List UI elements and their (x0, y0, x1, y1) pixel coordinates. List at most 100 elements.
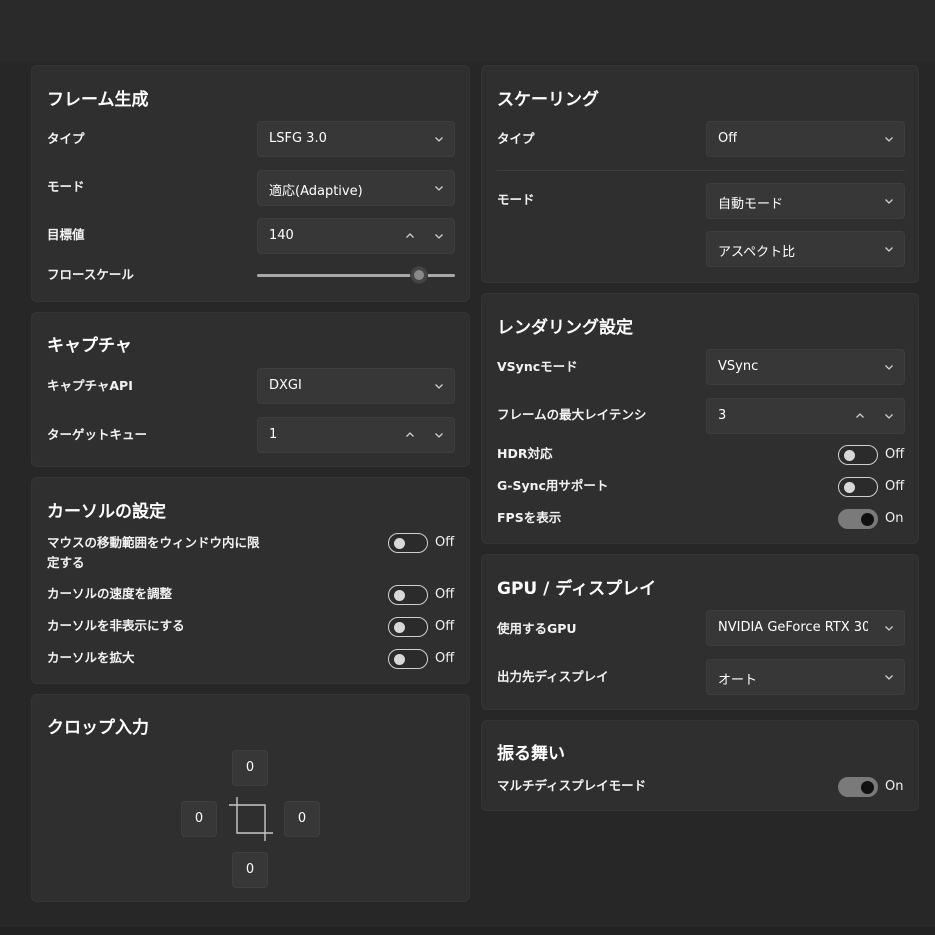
multi-display-toggle[interactable] (838, 777, 878, 797)
hdr-toggle[interactable] (838, 445, 878, 465)
vsync-mode-dropdown[interactable]: VSync (706, 349, 905, 385)
gpu-label: 使用するGPU (497, 621, 577, 636)
toggle-knob (394, 622, 405, 633)
gsync-label: G-Sync用サポート (497, 478, 609, 493)
chevron-down-icon[interactable] (434, 430, 444, 440)
title-bar-area (0, 0, 935, 62)
toggle-knob (861, 513, 874, 526)
vsync-label: VSyncモード (497, 359, 578, 374)
dropdown-value: Off (718, 131, 738, 146)
chevron-down-icon (884, 134, 894, 144)
show-fps-toggle[interactable] (838, 509, 878, 529)
toggle-state: Off (885, 479, 905, 494)
stepper-value: 3 (718, 408, 727, 423)
output-display-dropdown[interactable]: オート (706, 659, 905, 695)
gsync-toggle[interactable] (838, 477, 878, 497)
hide-cursor-label: カーソルを非表示にする (47, 618, 185, 633)
scaling-type-dropdown[interactable]: Off (706, 121, 905, 157)
chevron-up-icon[interactable] (405, 430, 415, 440)
divider (497, 170, 905, 171)
chevron-down-icon (884, 672, 894, 682)
dropdown-value: 適応(Adaptive) (269, 184, 363, 199)
cursor-speed-label: カーソルの速度を調整 (47, 586, 173, 601)
dropdown-value: 自動モード (718, 197, 784, 212)
toggle-state: Off (885, 447, 905, 462)
section-title: クロップ入力 (47, 718, 149, 738)
max-latency-label: フレームの最大レイテンシ (497, 407, 647, 422)
crop-input-card: クロップ入力 0 0 0 0 (31, 694, 470, 902)
frame-generation-card: フレーム生成 タイプ LSFG 3.0 モード 適応(Adaptive) 目標値… (31, 65, 470, 302)
scaling-card: スケーリング タイプ Off モード 自動モード アスペクト比 (481, 65, 919, 283)
cursor-settings-card: カーソルの設定 マウスの移動範囲をウィンドウ内に限 定する Off カーソルの速… (31, 477, 470, 684)
chevron-down-icon (884, 196, 894, 206)
confine-cursor-toggle[interactable] (388, 533, 428, 553)
target-fps-stepper[interactable]: 140 (257, 218, 455, 254)
max-latency-stepper[interactable]: 3 (706, 398, 905, 434)
toggle-state: Off (435, 651, 455, 666)
stepper-value: 140 (269, 228, 294, 243)
toggle-knob (861, 781, 874, 794)
toggle-state: On (885, 511, 904, 526)
target-queue-label: ターゲットキュー (47, 427, 148, 442)
frame-gen-mode-dropdown[interactable]: 適応(Adaptive) (257, 170, 455, 206)
capture-api-dropdown[interactable]: DXGI (257, 368, 455, 404)
toggle-knob (394, 654, 405, 665)
section-title: カーソルの設定 (47, 502, 166, 522)
dropdown-value: DXGI (269, 378, 302, 393)
chevron-down-icon[interactable] (884, 411, 894, 421)
section-title: フレーム生成 (47, 90, 149, 110)
section-title: GPU / ディスプレイ (497, 579, 657, 599)
chevron-down-icon (434, 134, 444, 144)
toggle-knob (394, 538, 405, 549)
mode-label: モード (47, 179, 85, 194)
scaling-mode-dropdown[interactable]: 自動モード (706, 183, 905, 219)
slider-thumb[interactable] (410, 266, 429, 284)
chevron-down-icon (434, 183, 444, 193)
type-label: タイプ (47, 131, 85, 146)
scale-cursor-label: カーソルを拡大 (47, 650, 135, 665)
scaling-mode-label: モード (497, 192, 535, 207)
crop-top-input[interactable]: 0 (232, 750, 268, 786)
hide-cursor-toggle[interactable] (388, 617, 428, 637)
crop-right-input[interactable]: 0 (284, 801, 320, 837)
chevron-down-icon (884, 362, 894, 372)
confine-cursor-label-line2: 定する (47, 555, 85, 570)
crop-left-input[interactable]: 0 (181, 801, 217, 837)
cursor-speed-toggle[interactable] (388, 585, 428, 605)
dropdown-value: VSync (718, 359, 759, 374)
scaling-type-label: タイプ (497, 131, 535, 146)
target-label: 目標値 (47, 227, 85, 242)
crop-bottom-input[interactable]: 0 (232, 852, 268, 888)
show-fps-label: FPSを表示 (497, 510, 562, 525)
multi-display-label: マルチディスプレイモード (497, 778, 647, 793)
scale-cursor-toggle[interactable] (388, 649, 428, 669)
target-queue-stepper[interactable]: 1 (257, 417, 455, 453)
gpu-display-card: GPU / ディスプレイ 使用するGPU NVIDIA GeForce RTX … (481, 554, 919, 710)
crop-icon (229, 797, 273, 841)
chevron-down-icon (434, 381, 444, 391)
chevron-down-icon (884, 623, 894, 633)
chevron-up-icon[interactable] (855, 411, 865, 421)
toggle-state: Off (435, 587, 455, 602)
bottom-edge (0, 927, 935, 935)
capture-api-label: キャプチャAPI (47, 378, 133, 393)
toggle-state: On (885, 779, 904, 794)
hdr-label: HDR対応 (497, 446, 553, 461)
flow-scale-label: フロースケール (47, 267, 134, 282)
toggle-knob (844, 450, 855, 461)
section-title: レンダリング設定 (497, 318, 633, 338)
section-title: キャプチャ (47, 336, 132, 356)
capture-card: キャプチャ キャプチャAPI DXGI ターゲットキュー 1 (31, 312, 470, 467)
stepper-value: 1 (269, 427, 278, 442)
toggle-knob (394, 590, 405, 601)
section-title: スケーリング (497, 90, 599, 110)
toggle-knob (844, 482, 855, 493)
dropdown-value: LSFG 3.0 (269, 131, 327, 146)
aspect-ratio-dropdown[interactable]: アスペクト比 (706, 231, 905, 267)
gpu-dropdown[interactable]: NVIDIA GeForce RTX 307 (706, 610, 905, 646)
chevron-up-icon[interactable] (405, 231, 415, 241)
frame-gen-type-dropdown[interactable]: LSFG 3.0 (257, 121, 455, 157)
section-title: 振る舞い (497, 744, 565, 764)
chevron-down-icon[interactable] (434, 231, 444, 241)
chevron-down-icon (884, 244, 894, 254)
